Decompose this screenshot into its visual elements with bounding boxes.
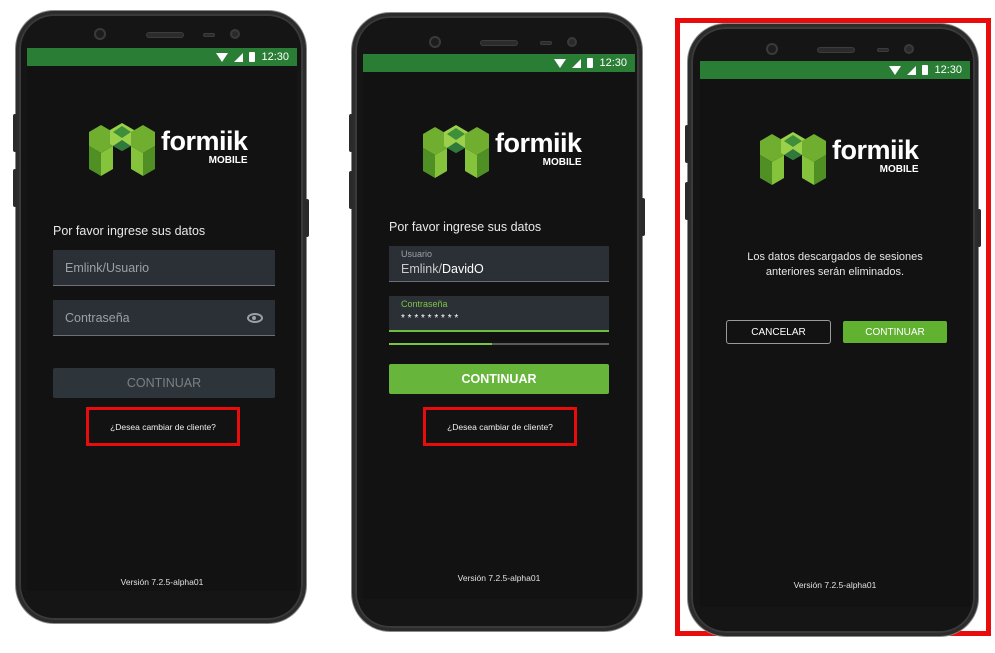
change-client-link[interactable]: ¿Desea cambiar de cliente? bbox=[86, 407, 240, 446]
side-button bbox=[685, 182, 689, 220]
continue-button[interactable]: CONTINUAR bbox=[389, 364, 609, 394]
eye-icon[interactable] bbox=[247, 312, 263, 323]
password-input-placeholder: Contraseña bbox=[65, 310, 130, 325]
battery-icon bbox=[922, 65, 929, 75]
signal-icon bbox=[907, 65, 917, 75]
earpiece-speaker bbox=[146, 32, 184, 38]
user-value: DavidO bbox=[441, 262, 484, 276]
logo-sub: MOBILE bbox=[208, 155, 248, 166]
sensor bbox=[540, 41, 552, 45]
status-time: 12:30 bbox=[599, 57, 627, 69]
side-button bbox=[685, 125, 689, 163]
phone-3: 12:30 formiik MOBILE Los datos descargad… bbox=[685, 24, 981, 636]
phone-2: 12:30 formiik MOBILE Por favor ingrese s… bbox=[349, 13, 645, 631]
sensor bbox=[203, 33, 215, 37]
wifi-icon bbox=[216, 52, 229, 62]
clear-data-message: Los datos descargados de sesiones anteri… bbox=[700, 250, 970, 280]
side-button bbox=[349, 114, 353, 152]
status-time: 12:30 bbox=[261, 51, 289, 63]
user-prefix: Emlink/ bbox=[401, 262, 442, 276]
formiik-logo: formiik MOBILE bbox=[423, 120, 582, 178]
password-input-label: Contraseña bbox=[401, 299, 448, 309]
wifi-icon bbox=[889, 65, 902, 75]
user-input-label: Usuario bbox=[401, 249, 433, 259]
change-client-link[interactable]: ¿Desea cambiar de cliente? bbox=[423, 407, 577, 446]
status-bar: 12:30 bbox=[27, 48, 297, 66]
login-prompt: Por favor ingrese sus datos bbox=[389, 220, 542, 234]
phone-1: 12:30 formiik MOBILE Por favor ingrese s… bbox=[13, 11, 309, 623]
front-camera bbox=[94, 28, 106, 40]
formiik-logo-icon bbox=[89, 118, 155, 176]
formiik-logo-icon bbox=[423, 120, 489, 178]
user-input-value: Emlink/DavidO bbox=[401, 262, 484, 276]
status-bar: 12:30 bbox=[700, 61, 970, 79]
user-input[interactable]: Usuario Emlink/DavidO bbox=[389, 246, 609, 282]
version-label: Versión 7.2.5-alpha01 bbox=[120, 577, 204, 587]
user-input-placeholder: Emlink/Usuario bbox=[65, 260, 150, 275]
battery-icon bbox=[249, 52, 256, 62]
side-button bbox=[13, 114, 17, 152]
screen-login-empty: 12:30 formiik MOBILE Por favor ingrese s… bbox=[27, 48, 297, 591]
cancel-button[interactable]: CANCELAR bbox=[726, 320, 831, 344]
sensor-camera bbox=[904, 44, 914, 54]
message-line-2: anteriores serán eliminados. bbox=[765, 266, 905, 278]
status-time: 12:30 bbox=[934, 64, 962, 76]
continue-button[interactable]: CONTINUAR bbox=[53, 368, 275, 398]
password-input[interactable]: Contraseña * * * * * * * * * bbox=[389, 296, 609, 332]
login-progress-fill bbox=[389, 343, 493, 345]
status-bar: 12:30 bbox=[363, 54, 635, 72]
side-button bbox=[13, 169, 17, 207]
message-line-1: Los datos descargados de sesiones bbox=[747, 251, 923, 263]
screen-confirm-dialog: 12:30 formiik MOBILE Los datos descargad… bbox=[700, 61, 970, 607]
side-button bbox=[305, 199, 309, 237]
version-label: Versión 7.2.5-alpha01 bbox=[793, 580, 877, 590]
login-prompt: Por favor ingrese sus datos bbox=[53, 224, 206, 238]
front-camera bbox=[766, 43, 778, 55]
side-button bbox=[977, 209, 981, 247]
user-input[interactable]: Emlink/Usuario bbox=[53, 250, 275, 286]
earpiece-speaker bbox=[480, 40, 518, 46]
continue-button[interactable]: CONTINUAR bbox=[843, 321, 947, 343]
formiik-logo-icon bbox=[760, 127, 826, 185]
sensor bbox=[877, 48, 889, 52]
version-label: Versión 7.2.5-alpha01 bbox=[457, 573, 541, 583]
logo-sub: MOBILE bbox=[879, 164, 919, 175]
screen-login-filled: 12:30 formiik MOBILE Por favor ingrese s… bbox=[363, 54, 635, 599]
login-progress-bar bbox=[389, 343, 609, 345]
earpiece-speaker bbox=[817, 47, 855, 53]
formiik-logo: formiik MOBILE bbox=[89, 118, 248, 176]
wifi-icon bbox=[554, 58, 567, 68]
sensor-camera bbox=[230, 29, 240, 39]
signal-icon bbox=[234, 52, 244, 62]
logo-word: formiik bbox=[495, 128, 582, 158]
logo-word: formiik bbox=[161, 126, 248, 156]
sensor-camera bbox=[567, 37, 577, 47]
formiik-logo: formiik MOBILE bbox=[760, 127, 919, 185]
logo-word: formiik bbox=[832, 135, 919, 165]
front-camera bbox=[429, 36, 441, 48]
signal-icon bbox=[572, 58, 582, 68]
password-input-value: * * * * * * * * * bbox=[401, 313, 459, 324]
password-input[interactable]: Contraseña bbox=[53, 300, 275, 336]
side-button bbox=[349, 171, 353, 209]
side-button bbox=[641, 198, 645, 236]
battery-icon bbox=[587, 58, 594, 68]
logo-sub: MOBILE bbox=[542, 157, 582, 168]
